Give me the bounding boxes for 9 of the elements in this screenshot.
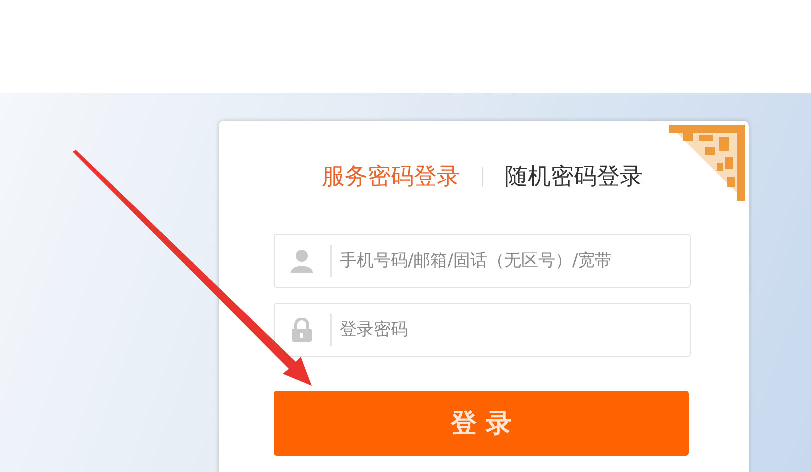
user-icon bbox=[290, 249, 314, 273]
login-button[interactable]: 登 录 bbox=[274, 391, 689, 456]
lock-icon bbox=[290, 318, 314, 342]
password-field[interactable]: 登录密码 bbox=[274, 303, 691, 357]
account-input[interactable]: 手机号码/邮箱/固话（无区号）/宽带 bbox=[338, 250, 690, 272]
password-input[interactable]: 登录密码 bbox=[338, 319, 690, 341]
account-field[interactable]: 手机号码/邮箱/固话（无区号）/宽带 bbox=[274, 234, 691, 288]
login-tab[interactable]: 随机密码登录 bbox=[505, 161, 643, 192]
login-tab[interactable]: 服务密码登录 bbox=[322, 161, 460, 192]
